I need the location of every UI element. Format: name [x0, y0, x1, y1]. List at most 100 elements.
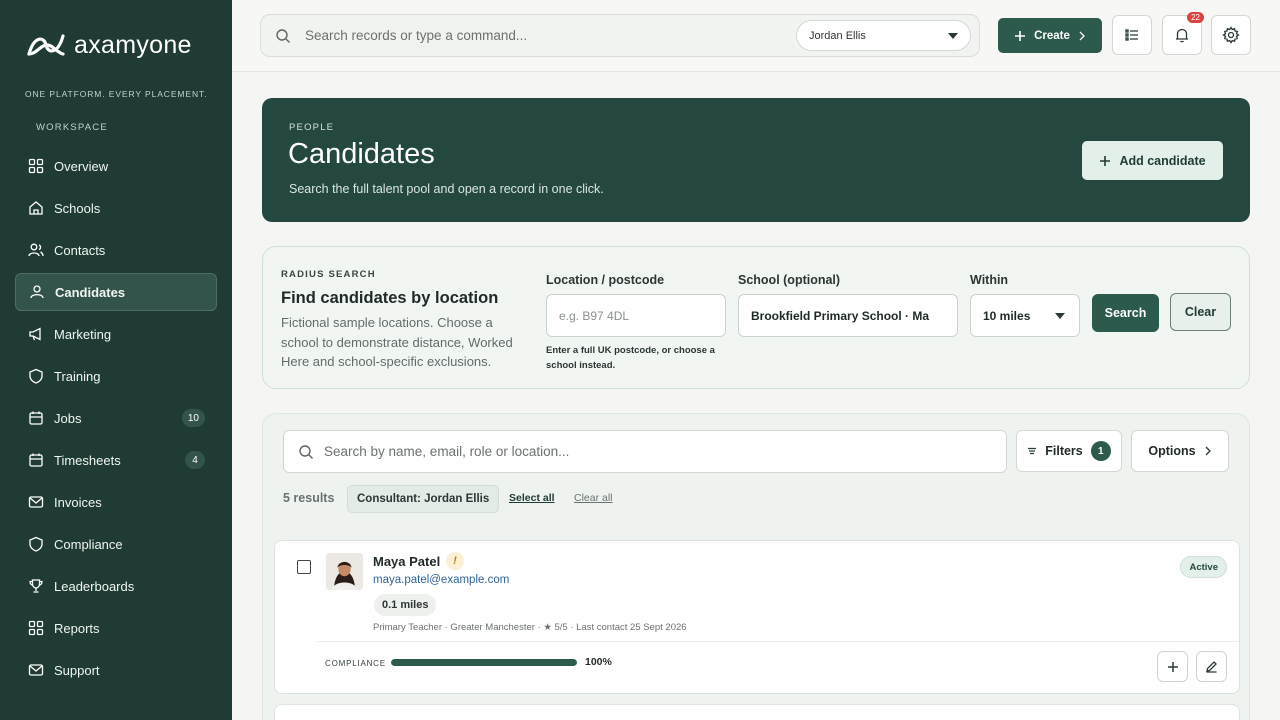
pencil-icon — [1206, 661, 1217, 673]
results-panel: Filters 1 Options 5 results Consultant: … — [262, 413, 1250, 720]
sidebar-item-marketing[interactable]: Marketing — [15, 315, 217, 353]
page-eyebrow: PEOPLE — [289, 122, 335, 133]
sidebar-item-schools[interactable]: Schools — [15, 189, 217, 227]
radius-search-button[interactable]: Search — [1092, 294, 1159, 332]
compliance-progress-fill — [391, 659, 577, 666]
radius-search-panel: RADIUS SEARCH Find candidates by locatio… — [262, 246, 1250, 389]
sidebar-item-timesheets[interactable]: Timesheets 4 — [15, 441, 217, 479]
filters-count-badge: 1 — [1090, 441, 1111, 461]
sidebar-item-contacts[interactable]: Contacts — [15, 231, 217, 269]
sidebar-item-compliance[interactable]: Compliance — [15, 525, 217, 563]
results-count: 5 results — [283, 491, 335, 505]
add-candidate-label: Add candidate — [1119, 153, 1206, 168]
radius-clear-button[interactable]: Clear — [1170, 293, 1231, 331]
card-divider — [317, 641, 1239, 642]
settings-button[interactable] — [1211, 15, 1251, 55]
radius-description: Fictional sample locations. Choose a sch… — [281, 315, 513, 369]
select-all-link[interactable]: Select all — [509, 492, 555, 504]
contacts-icon — [28, 242, 44, 258]
user-icon — [29, 284, 45, 300]
page-title: Candidates — [288, 138, 435, 170]
search-icon — [299, 445, 313, 459]
compliance-progress — [391, 659, 577, 666]
candidate-checkbox[interactable] — [297, 560, 311, 574]
caret-down-icon — [1055, 313, 1065, 319]
sidebar: axamyone ONE PLATFORM. EVERY PLACEMENT. … — [0, 0, 232, 720]
notifications-button[interactable]: 22 — [1162, 12, 1204, 55]
sidebar-item-label: Leaderboards — [54, 578, 135, 594]
sidebar-item-support[interactable]: Support — [15, 651, 217, 689]
candidate-card[interactable]: Maya Patel ! maya.patel@example.com 0.1 … — [274, 540, 1240, 694]
sidebar-item-overview[interactable]: Overview — [15, 147, 217, 185]
edit-button[interactable] — [1196, 651, 1227, 682]
filter-icon — [1028, 447, 1037, 455]
page-header: PEOPLE Candidates Search the full talent… — [262, 98, 1250, 222]
distance-badge: 0.1 miles — [374, 594, 437, 616]
compliance-percent: 100% — [585, 656, 612, 668]
bell-icon — [1176, 28, 1188, 43]
location-hint: Enter a full UK postcode, or choose a sc… — [546, 345, 715, 371]
candidate-email[interactable]: maya.patel@example.com — [373, 574, 509, 586]
top-bar: Jordan Ellis Create 22 — [232, 0, 1280, 72]
candidate-name[interactable]: Maya Patel — [373, 554, 440, 569]
school-select[interactable]: Brookfield Primary School · Ma — [738, 294, 958, 337]
location-input[interactable]: e.g. B97 4DL — [546, 294, 726, 337]
sidebar-item-label: Schools — [54, 200, 101, 216]
add-to-job-button[interactable] — [1157, 651, 1188, 682]
sidebar-item-candidates[interactable]: Candidates — [15, 273, 217, 311]
results-search — [283, 430, 1007, 473]
create-button-label: Create — [1034, 29, 1070, 42]
sidebar-item-label: Invoices — [54, 494, 102, 510]
school-label: School (optional) — [738, 273, 841, 287]
status-badge: Active — [1180, 556, 1227, 578]
filters-button[interactable]: Filters 1 — [1016, 430, 1122, 472]
within-select[interactable]: 10 miles — [970, 294, 1080, 337]
create-button[interactable]: Create — [998, 18, 1102, 53]
sidebar-item-label: Jobs — [54, 410, 82, 426]
mail-icon — [28, 494, 44, 510]
sidebar-item-label: Contacts — [54, 242, 106, 258]
sidebar-item-leaderboards[interactable]: Leaderboards — [15, 567, 217, 605]
sidebar-item-training[interactable]: Training — [15, 357, 217, 395]
options-label: Options — [1148, 444, 1196, 458]
notification-count-badge: 22 — [1187, 12, 1204, 23]
within-value: 10 miles — [983, 308, 1031, 323]
command-search-input[interactable] — [305, 15, 785, 56]
chevron-right-icon — [1079, 31, 1085, 40]
sidebar-item-label: Candidates — [55, 284, 126, 300]
consultant-select[interactable]: Jordan Ellis — [796, 20, 971, 51]
shield-icon — [28, 536, 44, 552]
megaphone-icon — [28, 326, 44, 342]
grid-icon — [28, 620, 44, 636]
sidebar-item-label: Training — [54, 368, 101, 384]
brand-name: axamyone — [74, 30, 192, 59]
active-filter-chip[interactable]: Consultant: Jordan Ellis — [347, 485, 500, 513]
options-button[interactable]: Options — [1131, 430, 1229, 472]
brand-logo[interactable]: axamyone — [26, 30, 192, 60]
mail-icon — [28, 662, 44, 678]
avatar — [326, 553, 363, 590]
sidebar-item-invoices[interactable]: Invoices — [15, 483, 217, 521]
logo-mark-icon — [27, 34, 65, 56]
plus-icon — [1015, 30, 1026, 41]
add-candidate-button[interactable]: Add candidate — [1082, 141, 1223, 180]
task-list-button[interactable] — [1112, 15, 1152, 55]
sidebar-item-label: Support — [54, 662, 100, 678]
plus-icon — [1100, 155, 1111, 166]
location-label: Location / postcode — [546, 273, 665, 287]
results-search-input[interactable] — [324, 431, 924, 472]
list-icon — [1125, 29, 1138, 41]
sidebar-item-jobs[interactable]: Jobs 10 — [15, 399, 217, 437]
caret-down-icon — [948, 33, 958, 39]
sidebar-item-reports[interactable]: Reports — [15, 609, 217, 647]
sidebar-item-label: Compliance — [54, 536, 123, 552]
gear-icon — [1222, 26, 1240, 44]
candidate-card[interactable] — [274, 704, 1240, 720]
search-icon — [276, 29, 290, 43]
clear-all-link[interactable]: Clear all — [574, 492, 613, 504]
sidebar-item-label: Reports — [54, 620, 100, 636]
command-search: Jordan Ellis — [260, 14, 980, 57]
within-label: Within — [970, 273, 1009, 287]
compliance-label: COMPLIANCE — [325, 659, 386, 668]
consultant-select-value: Jordan Ellis — [809, 29, 866, 42]
